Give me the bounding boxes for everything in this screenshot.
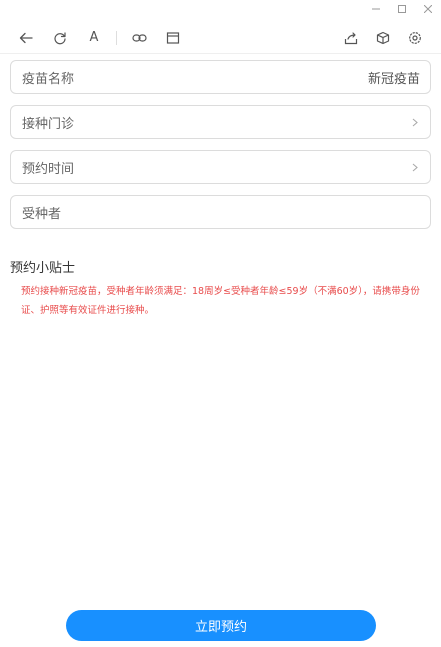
window-icon[interactable] — [161, 26, 185, 50]
recipient-field[interactable]: 受种者 — [10, 195, 431, 229]
chevron-right-icon — [410, 117, 420, 127]
tips-title: 预约小贴士 — [10, 261, 76, 276]
tips-text: 预约接种新冠疫苗，受种者年龄须满足：18周岁≤受种者年龄≤59岁（不满60岁），… — [21, 286, 420, 316]
submit-appointment-button[interactable]: 立即预约 — [66, 610, 376, 641]
maximize-icon[interactable] — [389, 0, 415, 18]
link-icon[interactable] — [127, 26, 151, 50]
clinic-select[interactable]: 接种门诊 — [10, 105, 431, 139]
toolbar-left: A — [14, 26, 195, 50]
toolbar-separator — [116, 30, 117, 45]
appointment-time-select[interactable]: 预约时间 — [10, 150, 431, 184]
settings-icon[interactable] — [403, 26, 427, 50]
cube-icon[interactable] — [371, 26, 395, 50]
refresh-icon[interactable] — [48, 26, 72, 50]
close-icon[interactable] — [415, 0, 441, 18]
font-size-icon[interactable]: A — [82, 26, 106, 50]
appointment-form: 疫苗名称 新冠疫苗 接种门诊 预约时间 受种者 — [10, 60, 431, 240]
appointment-time-label: 预约时间 — [22, 161, 75, 177]
window-controls — [363, 0, 441, 18]
vaccine-name-field[interactable]: 疫苗名称 新冠疫苗 — [10, 60, 431, 94]
toolbar-right — [331, 26, 427, 50]
back-arrow-icon[interactable] — [14, 26, 38, 50]
clinic-label: 接种门诊 — [22, 116, 75, 132]
toolbar: A — [0, 22, 441, 54]
vaccine-name-label: 疫苗名称 — [22, 71, 75, 87]
chevron-right-icon — [410, 162, 420, 172]
share-icon[interactable] — [339, 26, 363, 50]
vaccine-name-value: 新冠疫苗 — [367, 71, 420, 87]
minimize-icon[interactable] — [363, 0, 389, 18]
recipient-label: 受种者 — [22, 206, 62, 222]
font-size-glyph: A — [89, 30, 99, 45]
